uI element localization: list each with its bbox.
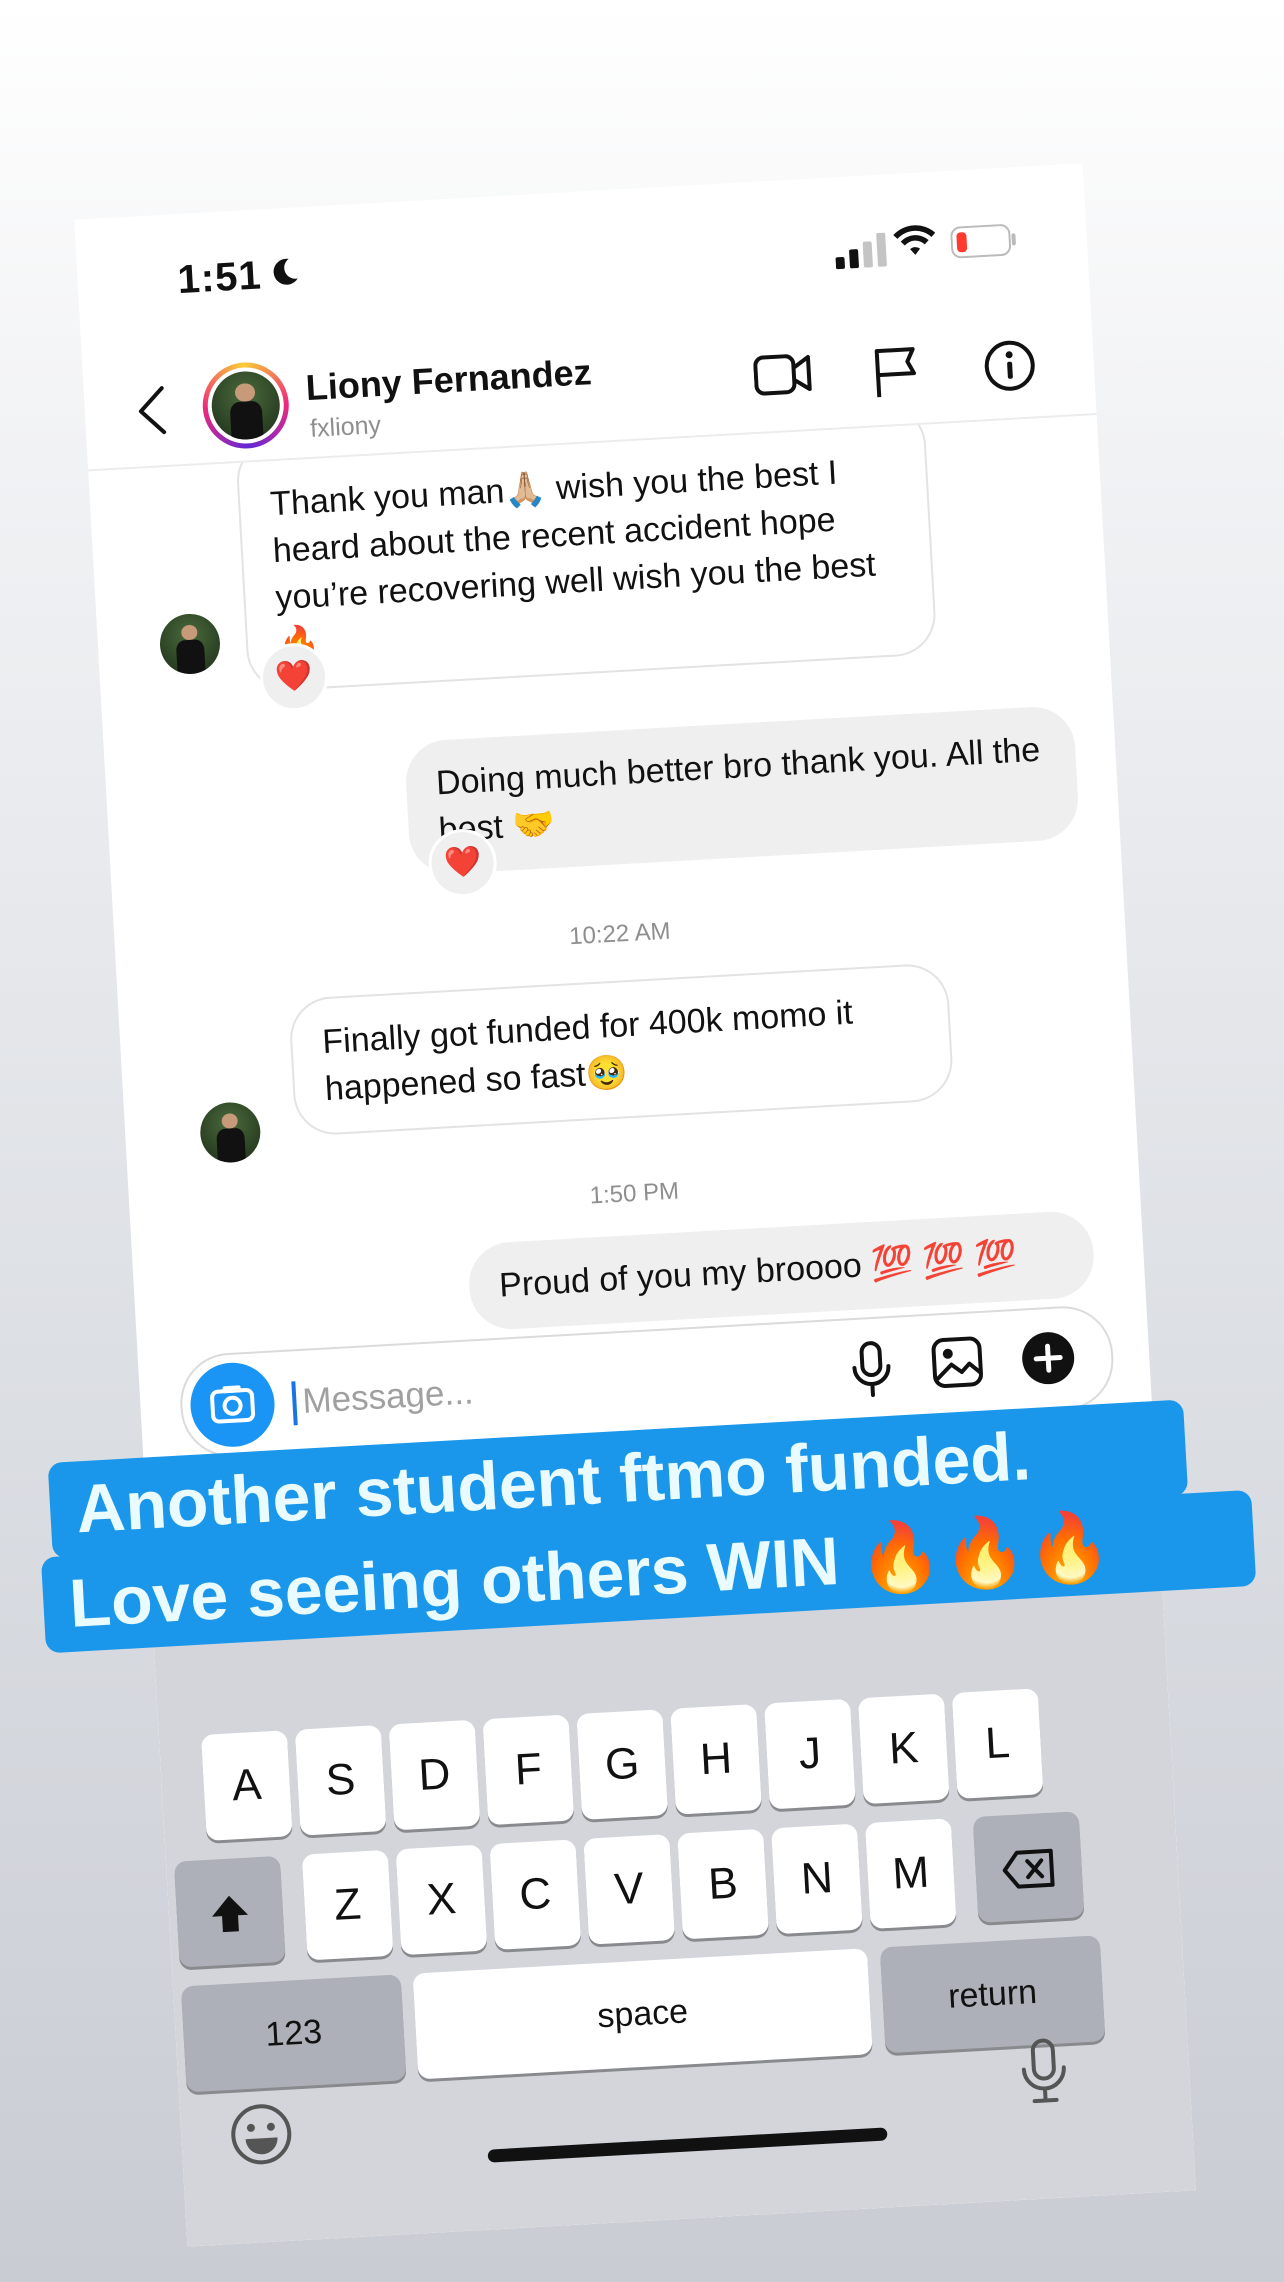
key-v[interactable]: V <box>583 1834 676 1945</box>
shift-icon <box>212 1896 249 1933</box>
message-incoming[interactable]: Finally got funded for 400k momo it happ… <box>287 962 955 1137</box>
battery-low-icon <box>950 224 1016 259</box>
camera-button[interactable] <box>188 1360 277 1450</box>
key-s[interactable]: S <box>294 1725 387 1836</box>
key-h[interactable]: H <box>670 1704 762 1815</box>
key-f[interactable]: F <box>482 1714 575 1826</box>
sender-avatar[interactable] <box>198 1100 262 1165</box>
status-time: 1:51 <box>176 253 263 303</box>
key-k[interactable]: K <box>857 1693 950 1805</box>
timestamp: 10:22 AM <box>568 917 672 951</box>
dictation-mic-icon[interactable] <box>1019 2037 1069 2105</box>
contact-handle: fxliony <box>309 410 382 443</box>
key-l[interactable]: L <box>951 1688 1044 1799</box>
key-m[interactable]: M <box>864 1818 957 1929</box>
return-key[interactable]: return <box>879 1935 1106 2054</box>
video-call-icon[interactable] <box>753 351 813 398</box>
flag-icon[interactable] <box>872 345 921 399</box>
message-outgoing[interactable]: Doing much better bro thank you. All the… <box>403 704 1081 876</box>
key-g[interactable]: G <box>576 1709 669 1820</box>
add-circle-icon[interactable] <box>1020 1330 1077 1387</box>
emoji-icon[interactable] <box>228 2101 295 2168</box>
shift-key[interactable] <box>173 1855 286 1968</box>
key-b[interactable]: B <box>677 1828 769 1940</box>
back-chevron-icon[interactable] <box>136 385 169 437</box>
key-x[interactable]: X <box>395 1844 488 1956</box>
key-n[interactable]: N <box>771 1823 863 1935</box>
sender-avatar[interactable] <box>158 612 222 676</box>
space-key[interactable]: space <box>412 1948 873 2080</box>
contact-name[interactable]: Liony Fernandez <box>305 351 593 409</box>
key-j[interactable]: J <box>764 1698 856 1810</box>
profile-avatar[interactable] <box>200 360 292 451</box>
key-z[interactable]: Z <box>301 1849 394 1961</box>
moon-icon <box>273 258 298 285</box>
numbers-key[interactable]: 123 <box>180 1974 407 2093</box>
microphone-icon[interactable] <box>850 1340 893 1398</box>
phone-screen: 1:51 Liony Fernandez fxliony Thank you m… <box>74 163 1196 2247</box>
camera-icon <box>210 1385 256 1424</box>
text-cursor <box>291 1381 298 1426</box>
home-indicator <box>487 2127 888 2163</box>
info-icon[interactable] <box>982 338 1037 393</box>
backspace-icon <box>1002 1849 1055 1890</box>
key-d[interactable]: D <box>388 1719 481 1831</box>
wifi-icon <box>893 225 936 255</box>
message-input[interactable] <box>298 1343 826 1431</box>
delete-key[interactable] <box>972 1811 1085 1923</box>
cellular-signal-icon <box>835 232 887 270</box>
gallery-icon[interactable] <box>930 1335 985 1390</box>
key-c[interactable]: C <box>489 1839 582 1950</box>
key-a[interactable]: A <box>200 1730 293 1841</box>
